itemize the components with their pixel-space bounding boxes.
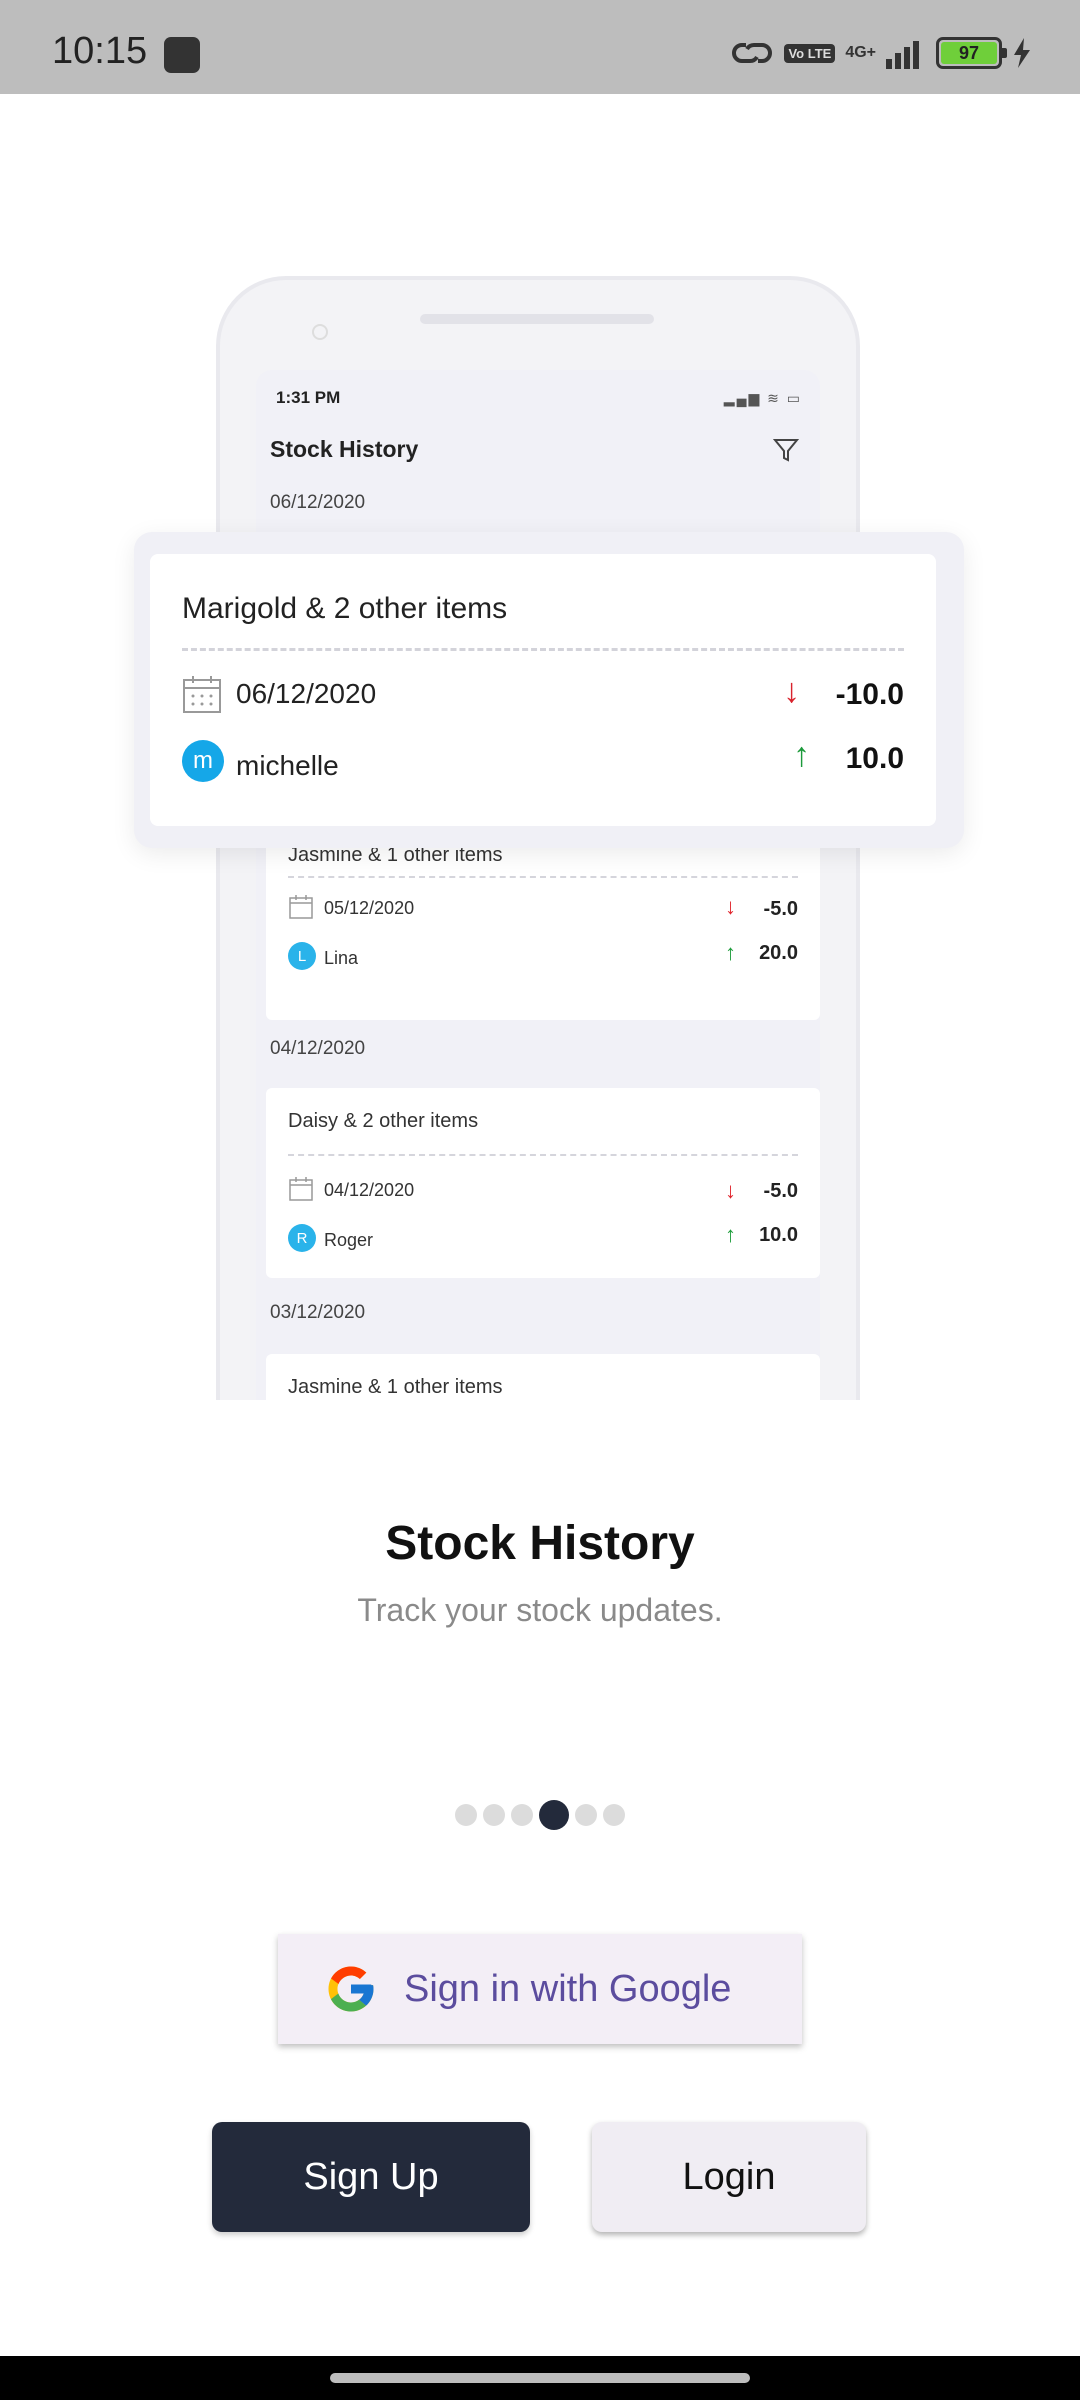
page-dot[interactable] xyxy=(511,1804,533,1826)
phone-camera xyxy=(312,324,328,340)
calendar-icon xyxy=(289,895,313,919)
sign-up-button[interactable]: Sign Up xyxy=(212,2122,530,2232)
history-card-user: Roger xyxy=(324,1230,374,1250)
phone-screen: 1:31 PM ▂▄▆ ≋ ▭ Stock History 06/12/2020… xyxy=(256,370,820,1400)
history-card-body: 05/12/2020 ↓ -5.0 L Lina ↑ 20.0 xyxy=(266,876,820,1020)
stock-out-arrow-icon: ↓ xyxy=(725,1178,736,1203)
dashed-divider xyxy=(288,876,798,878)
history-card-date: 05/12/2020 xyxy=(324,898,415,918)
page-indicator xyxy=(0,1800,1080,1830)
charging-icon xyxy=(1014,38,1030,68)
stock-in-value: 10.0 xyxy=(845,742,904,775)
google-signin-label: Sign in with Google xyxy=(404,1967,732,2010)
calendar-icon xyxy=(289,1177,313,1201)
phone-date-header: 06/12/2020 xyxy=(270,492,366,513)
stock-out-value: -5.0 xyxy=(763,898,798,920)
status-time: 10:15 xyxy=(52,30,148,72)
page-dot[interactable] xyxy=(483,1804,505,1826)
user-avatar: L xyxy=(288,942,316,970)
link-icon xyxy=(732,42,773,64)
user-avatar: m xyxy=(182,740,224,782)
onboarding-title: Stock History xyxy=(385,1517,695,1570)
page-dot[interactable] xyxy=(575,1804,597,1826)
phone-status-icons: ▂▄▆ ≋ ▭ xyxy=(723,390,802,406)
featured-card-body: Marigold & 2 other items 06/12/2020 ↓ -1… xyxy=(150,554,936,826)
page-dot[interactable] xyxy=(603,1804,625,1826)
login-label: Login xyxy=(682,2155,776,2198)
dashed-divider xyxy=(182,648,904,651)
stock-out-arrow-icon: ↓ xyxy=(783,672,800,710)
featured-card-date: 06/12/2020 xyxy=(236,678,377,709)
google-signin-button[interactable]: Sign in with Google xyxy=(278,1934,802,2044)
phone-status-time: 1:31 PM xyxy=(276,388,341,407)
featured-card-user: michelle xyxy=(236,750,339,781)
page-dot-active[interactable] xyxy=(539,1800,569,1830)
battery-icon: 97 xyxy=(936,37,1007,69)
stock-out-value: -10.0 xyxy=(835,678,904,711)
history-card: Jasmine & 1 other items xyxy=(266,1354,820,1400)
stock-in-arrow-icon: ↑ xyxy=(725,940,736,965)
stock-in-value: 20.0 xyxy=(759,942,798,964)
stock-out-value: -5.0 xyxy=(763,1180,798,1202)
phone-date-header: 03/12/2020 xyxy=(270,1302,366,1323)
filter-icon xyxy=(772,439,800,462)
onboarding-subtitle: Track your stock updates. xyxy=(357,1592,723,1628)
history-card-user: Lina xyxy=(324,948,359,968)
google-icon xyxy=(328,1966,374,2012)
network-type: 4G+ xyxy=(845,44,876,61)
page-dot[interactable] xyxy=(455,1804,477,1826)
phone-speaker xyxy=(420,314,654,324)
featured-card-title: Marigold & 2 other items xyxy=(182,592,508,625)
app-notification-icon xyxy=(164,37,200,73)
history-card: Daisy & 2 other items 04/12/2020 ↓ -5.0 … xyxy=(266,1088,820,1278)
volte-icon: Vo LTE xyxy=(784,43,836,63)
status-icons: Vo LTE 4G+ 97 xyxy=(730,28,1032,78)
signal-icon xyxy=(886,41,919,69)
phone-screen-title: Stock History xyxy=(270,436,419,462)
calendar-icon xyxy=(183,676,221,713)
dashed-divider xyxy=(288,1154,798,1156)
featured-history-card: Marigold & 2 other items 06/12/2020 ↓ -1… xyxy=(134,532,964,848)
stock-out-arrow-icon: ↓ xyxy=(725,894,736,919)
phone-date-header: 04/12/2020 xyxy=(270,1038,366,1059)
stock-in-arrow-icon: ↑ xyxy=(725,1222,736,1247)
home-gesture-handle[interactable] xyxy=(330,2373,750,2383)
stock-in-value: 10.0 xyxy=(759,1224,798,1246)
status-bar: 10:15 Vo LTE 4G+ 97 xyxy=(0,0,1080,94)
user-avatar: R xyxy=(288,1224,316,1252)
history-card-title: Daisy & 2 other items xyxy=(288,1110,479,1132)
navigation-bar xyxy=(0,2356,1080,2400)
battery-level: 97 xyxy=(941,42,997,64)
history-card-date: 04/12/2020 xyxy=(324,1180,415,1200)
login-button[interactable]: Login xyxy=(592,2122,866,2232)
sign-up-label: Sign Up xyxy=(303,2155,439,2198)
onboarding-screen: 10:15 Vo LTE 4G+ 97 1:31 PM ▂▄▆ ≋ ▭ Stoc… xyxy=(0,0,1080,2400)
stock-in-arrow-icon: ↑ xyxy=(793,736,810,774)
history-card-title: Jasmine & 1 other items xyxy=(288,1376,503,1398)
